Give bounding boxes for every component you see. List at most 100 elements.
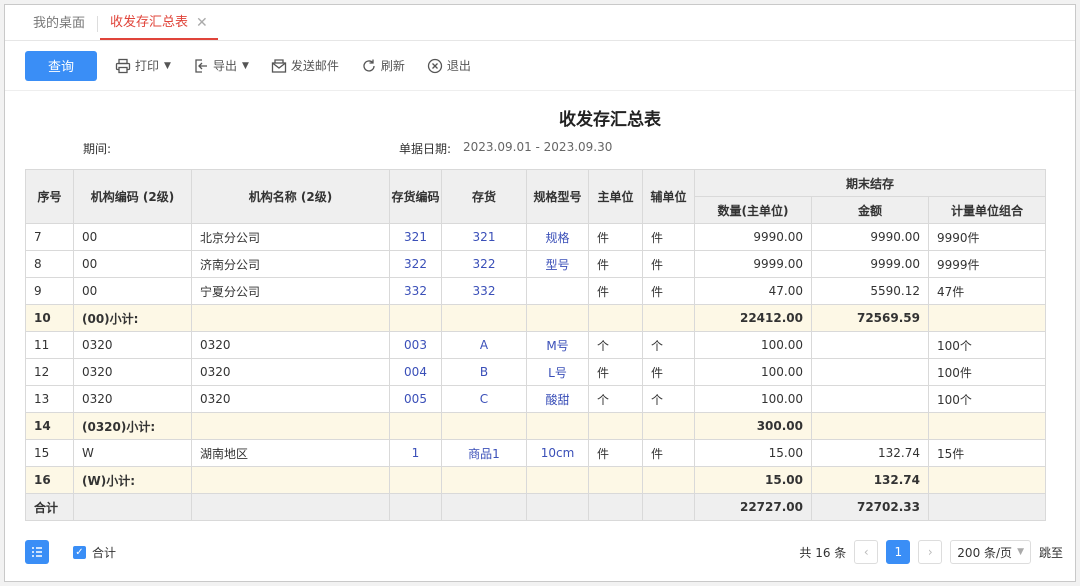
cell-inv-code[interactable]: 004 [389, 358, 442, 386]
jump-label: 跳至 [1038, 545, 1063, 560]
header-org-name[interactable]: 机构名称 (2级) [191, 169, 390, 224]
report-meta: 期间: 单据日期: 2023.09.01 - 2023.09.30 [5, 136, 1075, 160]
cell-inventory[interactable]: 322 [441, 250, 527, 278]
cell-inv-code[interactable]: 321 [389, 223, 442, 251]
query-button[interactable]: 查询 [25, 50, 97, 81]
subtotal-row[interactable]: 10 (00)小计: 22412.00 72569.59 [25, 304, 1047, 332]
export-button[interactable]: 导出 ▼ [193, 57, 249, 74]
cell-inv-code[interactable]: 322 [389, 250, 442, 278]
header-inv-code[interactable]: 存货编码 [389, 169, 442, 224]
cell-main-unit [588, 412, 643, 440]
cell-amount: 72702.33 [811, 493, 929, 521]
table-row[interactable]: 11 0320 0320 003 A M号个个 100.00 100个 [25, 331, 1047, 359]
cell-aux-unit: 个 [642, 385, 695, 413]
table-row[interactable]: 15 W 湖南地区 1 商品1 10cm 件件 15.00 132.74 15件 [25, 439, 1047, 467]
total-checkbox[interactable]: ✓ 合计 [73, 544, 116, 561]
page-size-value: 200 条/页 [957, 545, 1013, 560]
header-inventory[interactable]: 存货 [441, 169, 527, 224]
cell-inv-code [389, 466, 442, 494]
refresh-button[interactable]: 刷新 [361, 57, 405, 74]
cell-qty: 22412.00 [694, 304, 812, 332]
cell-org-name: 0320 [191, 358, 390, 386]
total-count: 共 16 条 [799, 545, 847, 560]
cell-org-code: (0320)小计: [73, 412, 192, 440]
header-seq[interactable]: 序号 [25, 169, 74, 224]
cell-org-name: 北京分公司 [191, 223, 390, 251]
cell-qty: 47.00 [694, 277, 812, 305]
export-label: 导出 [212, 59, 237, 73]
refresh-icon [363, 59, 375, 72]
print-button[interactable]: 打印 ▼ [115, 57, 171, 74]
page-button-current[interactable]: 1 [886, 540, 911, 564]
cell-spec[interactable]: 10cm [526, 439, 589, 467]
cell-spec[interactable]: 型号 [526, 250, 589, 278]
tab-summary-report[interactable]: 收发存汇总表 ✕ [100, 8, 218, 40]
header-org-code[interactable]: 机构编码 (2级) [73, 169, 192, 224]
cell-inv-code[interactable]: 1 [389, 439, 442, 467]
cell-spec[interactable]: M号 [526, 331, 589, 359]
table-row[interactable]: 13 0320 0320 005 C 酸甜个个 100.00 100个 [25, 385, 1047, 413]
next-page-button[interactable]: › [918, 540, 943, 564]
column-settings-button[interactable] [25, 540, 49, 564]
cell-main-unit: 个 [588, 385, 643, 413]
cell-unit-combo: 100个 [927, 331, 1047, 359]
cell-inv-code[interactable]: 332 [389, 277, 442, 305]
cell-spec [526, 493, 589, 521]
prev-page-button[interactable]: ‹ [854, 540, 879, 564]
cell-main-unit: 件 [588, 439, 643, 467]
cell-spec [526, 466, 589, 494]
cell-seq: 15 [25, 439, 74, 467]
header-qty[interactable]: 数量(主单位) [694, 196, 812, 224]
cell-unit-combo: 9990件 [927, 223, 1047, 251]
total-row[interactable]: 合计 22727.00 72702.33 [25, 493, 1047, 521]
exit-button[interactable]: 退出 [427, 57, 471, 74]
print-label: 打印 [135, 59, 160, 73]
cell-seq: 9 [25, 277, 74, 305]
cell-aux-unit [642, 493, 695, 521]
cell-inventory[interactable]: 332 [441, 277, 527, 305]
cell-unit-combo [927, 412, 1047, 440]
cell-spec[interactable]: L号 [526, 358, 589, 386]
header-spec[interactable]: 规格型号 [526, 169, 589, 224]
table-row[interactable]: 8 00 济南分公司 322 322 型号件件 9999.00 9999.00 9999件 [25, 250, 1047, 278]
cell-inventory[interactable]: 商品1 [441, 439, 527, 467]
report-title: 收发存汇总表 [559, 110, 661, 130]
cell-inv-code[interactable]: 005 [389, 385, 442, 413]
cell-spec[interactable]: 酸甜 [526, 385, 589, 413]
tab-bar: 我的桌面 收发存汇总表 ✕ [5, 5, 1075, 41]
cell-inv-code[interactable]: 003 [389, 331, 442, 359]
cell-inventory[interactable]: 321 [441, 223, 527, 251]
cell-amount [811, 331, 929, 359]
cell-org-name: 0320 [191, 385, 390, 413]
close-icon[interactable]: ✕ [196, 8, 208, 38]
cell-unit-combo: 15件 [927, 439, 1047, 467]
cell-seq: 16 [25, 466, 74, 494]
page-size-select[interactable]: 200 条/页 ▼ [950, 540, 1031, 564]
cell-aux-unit: 件 [642, 277, 695, 305]
cell-aux-unit: 件 [642, 250, 695, 278]
subtotal-row[interactable]: 16 (W)小计: 15.00 132.74 [25, 466, 1047, 494]
header-main-unit[interactable]: 主单位 [588, 169, 643, 224]
send-email-button[interactable]: 发送邮件 [271, 57, 339, 74]
exit-label: 退出 [446, 59, 471, 73]
header-aux-unit[interactable]: 辅单位 [642, 169, 695, 224]
close-circle-icon [427, 58, 443, 73]
cell-qty: 100.00 [694, 385, 812, 413]
table-body: 7 00 北京分公司 321 321 规格件件 9990.00 9990.00 9990件 8 00… [25, 223, 1047, 521]
header-amount[interactable]: 金额 [811, 196, 929, 224]
subtotal-row[interactable]: 14 (0320)小计: 300.00 [25, 412, 1047, 440]
cell-spec[interactable]: 规格 [526, 223, 589, 251]
cell-inventory[interactable]: A [441, 331, 527, 359]
cell-inventory[interactable]: C [441, 385, 527, 413]
cell-aux-unit [642, 466, 695, 494]
cell-main-unit [588, 466, 643, 494]
cell-inventory[interactable]: B [441, 358, 527, 386]
cell-amount: 132.74 [811, 466, 929, 494]
tab-desktop[interactable]: 我的桌面 [23, 8, 95, 40]
period-label: 期间: [83, 142, 112, 156]
table-row[interactable]: 7 00 北京分公司 321 321 规格件件 9990.00 9990.00 9990件 [25, 223, 1047, 251]
header-unit-combo[interactable]: 计量单位组合 [927, 196, 1047, 224]
cell-unit-combo [927, 493, 1047, 521]
table-row[interactable]: 9 00 宁夏分公司 332 332 件件 47.00 5590.12 47件 [25, 277, 1047, 305]
table-row[interactable]: 12 0320 0320 004 B L号件件 100.00 100件 [25, 358, 1047, 386]
